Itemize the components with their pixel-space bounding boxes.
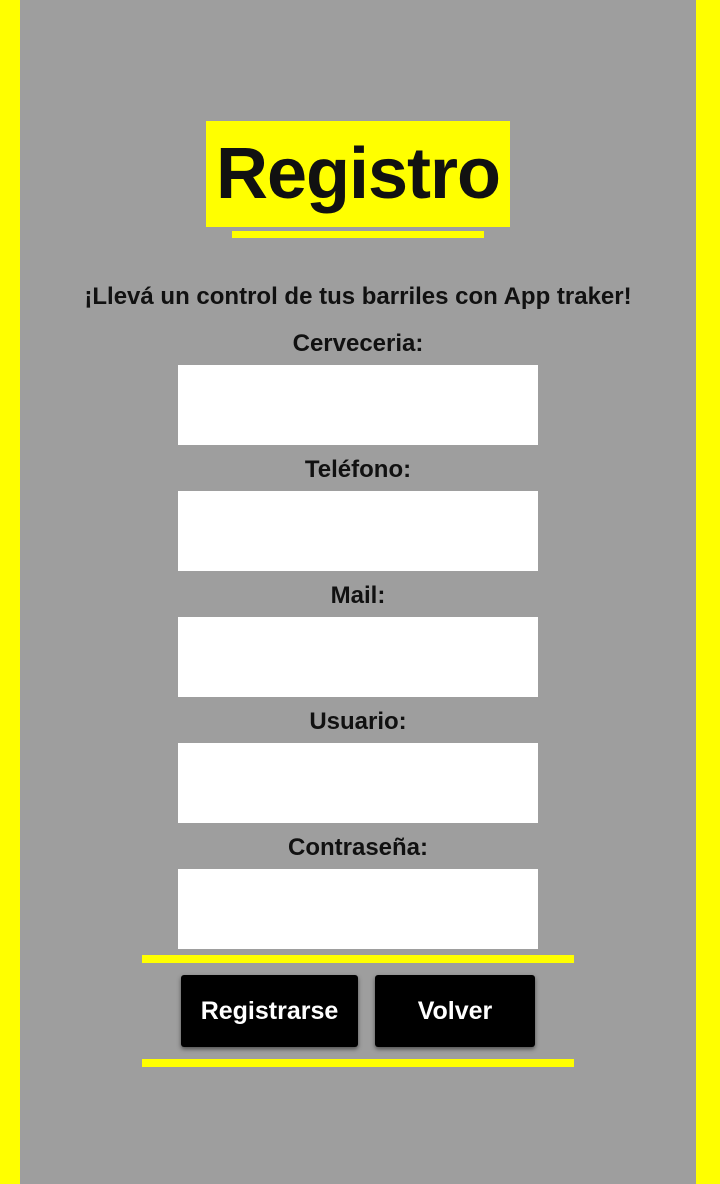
- password-label: Contraseña:: [287, 834, 429, 861]
- page-title: Registro: [215, 134, 501, 214]
- back-button[interactable]: Volver: [375, 975, 535, 1047]
- divider-top: [142, 955, 574, 963]
- username-input[interactable]: [178, 743, 538, 823]
- register-button[interactable]: Registrarse: [181, 975, 358, 1047]
- divider-bottom: [142, 1059, 574, 1067]
- phone-label: Teléfono:: [304, 456, 412, 483]
- brewery-label: Cerveceria:: [292, 330, 424, 357]
- username-label: Usuario:: [309, 708, 407, 735]
- mail-label: Mail:: [330, 582, 386, 609]
- brewery-input[interactable]: [178, 365, 538, 445]
- mail-input[interactable]: [178, 617, 538, 697]
- title-highlight: Registro: [206, 121, 510, 227]
- password-input[interactable]: [178, 869, 538, 949]
- tagline: ¡Llevá un control de tus barriles con Ap…: [84, 283, 632, 310]
- title-underline: [232, 231, 484, 238]
- phone-input[interactable]: [178, 491, 538, 571]
- registration-screen: Registro ¡Llevá un control de tus barril…: [0, 0, 720, 1184]
